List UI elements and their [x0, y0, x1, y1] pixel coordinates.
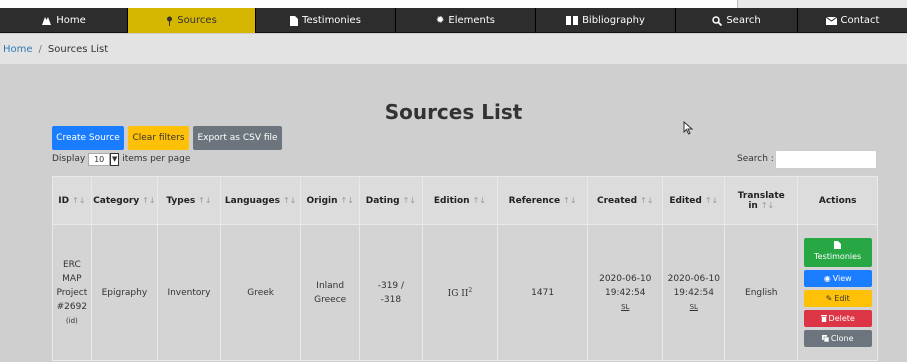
nav-contact[interactable]: Contact — [798, 8, 907, 33]
cell-origin: Inland Greece — [300, 224, 360, 361]
pencil-icon: ✎ — [825, 293, 833, 303]
nav-home[interactable]: Home — [0, 8, 128, 33]
home-icon — [42, 17, 52, 25]
document-icon — [290, 15, 299, 26]
cell-reference: 1471 — [497, 224, 589, 361]
cell-id: ERC MAP Project #2692 (id) — [52, 224, 92, 361]
th-translate-in[interactable]: Translate in ↑↓ — [724, 176, 799, 225]
th-edition[interactable]: Edition ↑↓ — [421, 176, 499, 225]
top-strip — [0, 0, 907, 8]
delete-button[interactable]: Delete — [803, 310, 872, 327]
th-id[interactable]: ID ↑↓ — [52, 176, 92, 225]
th-types[interactable]: Types ↑↓ — [157, 176, 221, 225]
trash-icon — [820, 315, 827, 322]
nav-bibliography-label: Bibliography — [582, 15, 645, 26]
nav-bibliography[interactable]: Bibliography — [536, 8, 676, 33]
display-suffix: items per page — [122, 154, 191, 164]
main-navbar: Home Sources Testimonies ✹ Elements Bibl… — [0, 8, 907, 33]
view-button[interactable]: ◉ View — [803, 270, 872, 287]
search-input[interactable] — [775, 150, 877, 169]
window-accent — [737, 0, 907, 8]
cell-edited: 2020-06-10 19:42:54 SL — [662, 224, 726, 361]
table-header-row: ID ↑↓ Category ↑↓ Types ↑↓ Languages ↑↓ Orig… — [52, 176, 878, 225]
nav-testimonies[interactable]: Testimonies — [256, 8, 396, 33]
pin-icon — [167, 16, 173, 26]
cell-languages: Greek — [219, 224, 302, 361]
per-page-select[interactable]: 10 — [88, 152, 111, 166]
copy-icon — [821, 335, 829, 342]
nav-sources[interactable]: Sources — [128, 8, 256, 33]
clear-filters-button[interactable]: Clear filters — [128, 126, 189, 150]
nav-sources-label: Sources — [177, 15, 217, 26]
breadcrumb: Home / Sources List — [0, 34, 907, 64]
mouse-cursor-icon — [683, 121, 694, 135]
th-languages[interactable]: Languages ↑↓ — [219, 176, 302, 225]
th-category[interactable]: Category ↑↓ — [90, 176, 159, 225]
breadcrumb-current: Sources List — [47, 43, 109, 55]
search-label: Search : — [737, 154, 774, 164]
nav-elements-label: Elements — [448, 15, 495, 26]
edit-button[interactable]: ✎ Edit — [803, 290, 872, 307]
edited-user-link[interactable]: SL — [663, 300, 724, 314]
gear-icon: ✹ — [435, 15, 445, 26]
nav-testimonies-label: Testimonies — [302, 15, 361, 26]
breadcrumb-separator: / — [38, 43, 42, 55]
cell-translate-in: English — [724, 224, 799, 361]
testimonies-button[interactable]: Testimonies — [803, 238, 872, 267]
created-user-link[interactable]: SL — [588, 300, 662, 314]
id-small-label: (id) — [65, 316, 78, 325]
th-actions: Actions — [797, 176, 878, 225]
nav-search-label: Search — [726, 15, 761, 26]
th-edited[interactable]: Edited ↑↓ — [662, 176, 726, 225]
cell-edition: IG II2 — [421, 224, 499, 361]
th-reference[interactable]: Reference ↑↓ — [497, 176, 589, 225]
table-row: ERC MAP Project #2692 (id) Epigraphy Inv… — [52, 224, 878, 361]
chevron-down-icon[interactable]: ▼ — [110, 152, 120, 166]
nav-search[interactable]: Search — [676, 8, 798, 33]
cell-category: Epigraphy — [90, 224, 159, 361]
nav-elements[interactable]: ✹ Elements — [396, 8, 536, 33]
create-source-button[interactable]: Create Source — [52, 126, 124, 150]
clone-button[interactable]: Clone — [803, 330, 872, 347]
breadcrumb-home-link[interactable]: Home — [3, 44, 33, 55]
display-per-page: Display 10 ▼ items per page — [52, 152, 190, 166]
page-title: Sources List — [384, 100, 523, 124]
display-prefix: Display — [52, 154, 86, 164]
envelope-icon — [825, 16, 837, 25]
nav-contact-label: Contact — [840, 15, 880, 26]
search-icon — [712, 15, 723, 26]
cell-dating: -319 / -318 — [359, 224, 423, 361]
th-dating[interactable]: Dating ↑↓ — [359, 176, 423, 225]
nav-home-label: Home — [56, 15, 86, 26]
th-created[interactable]: Created ↑↓ — [587, 176, 664, 225]
cell-created: 2020-06-10 19:42:54 SL — [587, 224, 664, 361]
th-origin[interactable]: Origin ↑↓ — [300, 176, 360, 225]
document-icon — [834, 241, 842, 249]
book-icon — [566, 16, 579, 25]
sources-table: ID ↑↓ Category ↑↓ Types ↑↓ Languages ↑↓ Orig… — [52, 176, 878, 361]
cell-types: Inventory — [157, 224, 221, 361]
eye-icon: ◉ — [823, 273, 831, 283]
cell-actions: Testimonies ◉ View ✎ Edit Delete Clone — [797, 224, 878, 361]
export-csv-button[interactable]: Export as CSV file — [193, 126, 282, 150]
